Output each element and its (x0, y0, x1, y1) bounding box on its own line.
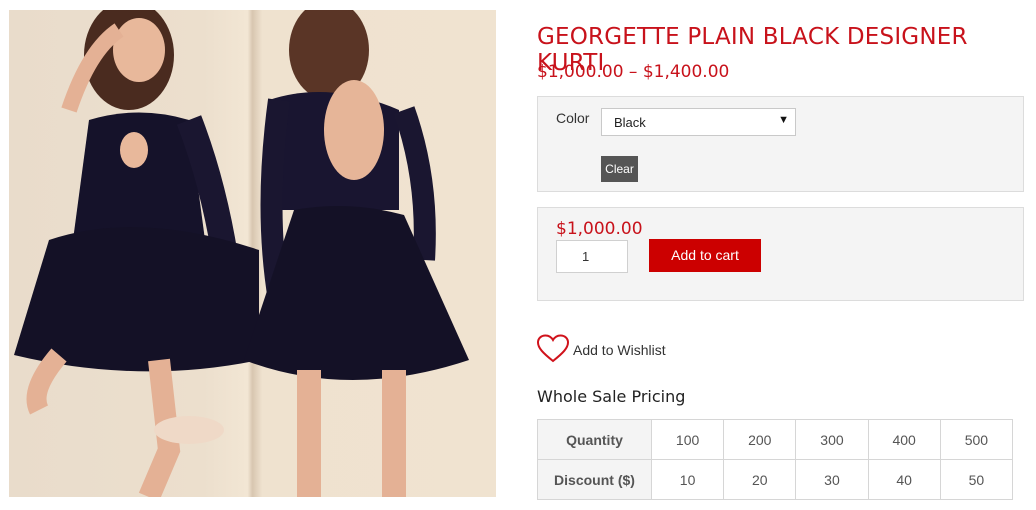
quantity-cell: 300 (795, 419, 869, 460)
discount-cell: 30 (795, 459, 869, 500)
quantity-input[interactable]: 1 (556, 240, 628, 273)
table-row: Discount ($) 10 20 30 40 50 (537, 459, 1014, 500)
add-to-cart-panel: $1,000.00 1 Add to cart (537, 207, 1024, 301)
clear-button[interactable]: Clear (601, 156, 638, 182)
quantity-header: Quantity (537, 419, 652, 460)
price-range: $1,000.00 – $1,400.00 (537, 62, 730, 82)
discount-header: Discount ($) (537, 459, 652, 500)
color-select[interactable]: Black ▼ (601, 108, 796, 136)
variations-panel: Color Black ▼ Clear (537, 96, 1024, 192)
product-image[interactable] (9, 10, 496, 497)
discount-cell: 10 (650, 459, 725, 500)
discount-cell: 50 (939, 459, 1014, 500)
discount-cell: 20 (723, 459, 797, 500)
quantity-cell: 100 (650, 419, 725, 460)
quantity-cell: 200 (723, 419, 797, 460)
heart-icon (537, 334, 569, 363)
table-row: Quantity 100 200 300 400 500 (537, 419, 1014, 460)
discount-cell: 40 (867, 459, 941, 500)
add-to-cart-button[interactable]: Add to cart (649, 239, 761, 272)
quantity-cell: 500 (939, 419, 1014, 460)
dress-photo-illustration (14, 10, 469, 497)
wishlist-label: Add to Wishlist (573, 342, 666, 358)
color-select-value: Black (614, 115, 646, 130)
wholesale-pricing-table: Quantity 100 200 300 400 500 Discount ($… (537, 419, 1014, 500)
quantity-cell: 400 (867, 419, 941, 460)
chevron-down-icon: ▼ (778, 114, 789, 126)
variant-price: $1,000.00 (556, 219, 643, 239)
wholesale-heading: Whole Sale Pricing (537, 387, 686, 406)
color-label: Color (556, 110, 590, 126)
